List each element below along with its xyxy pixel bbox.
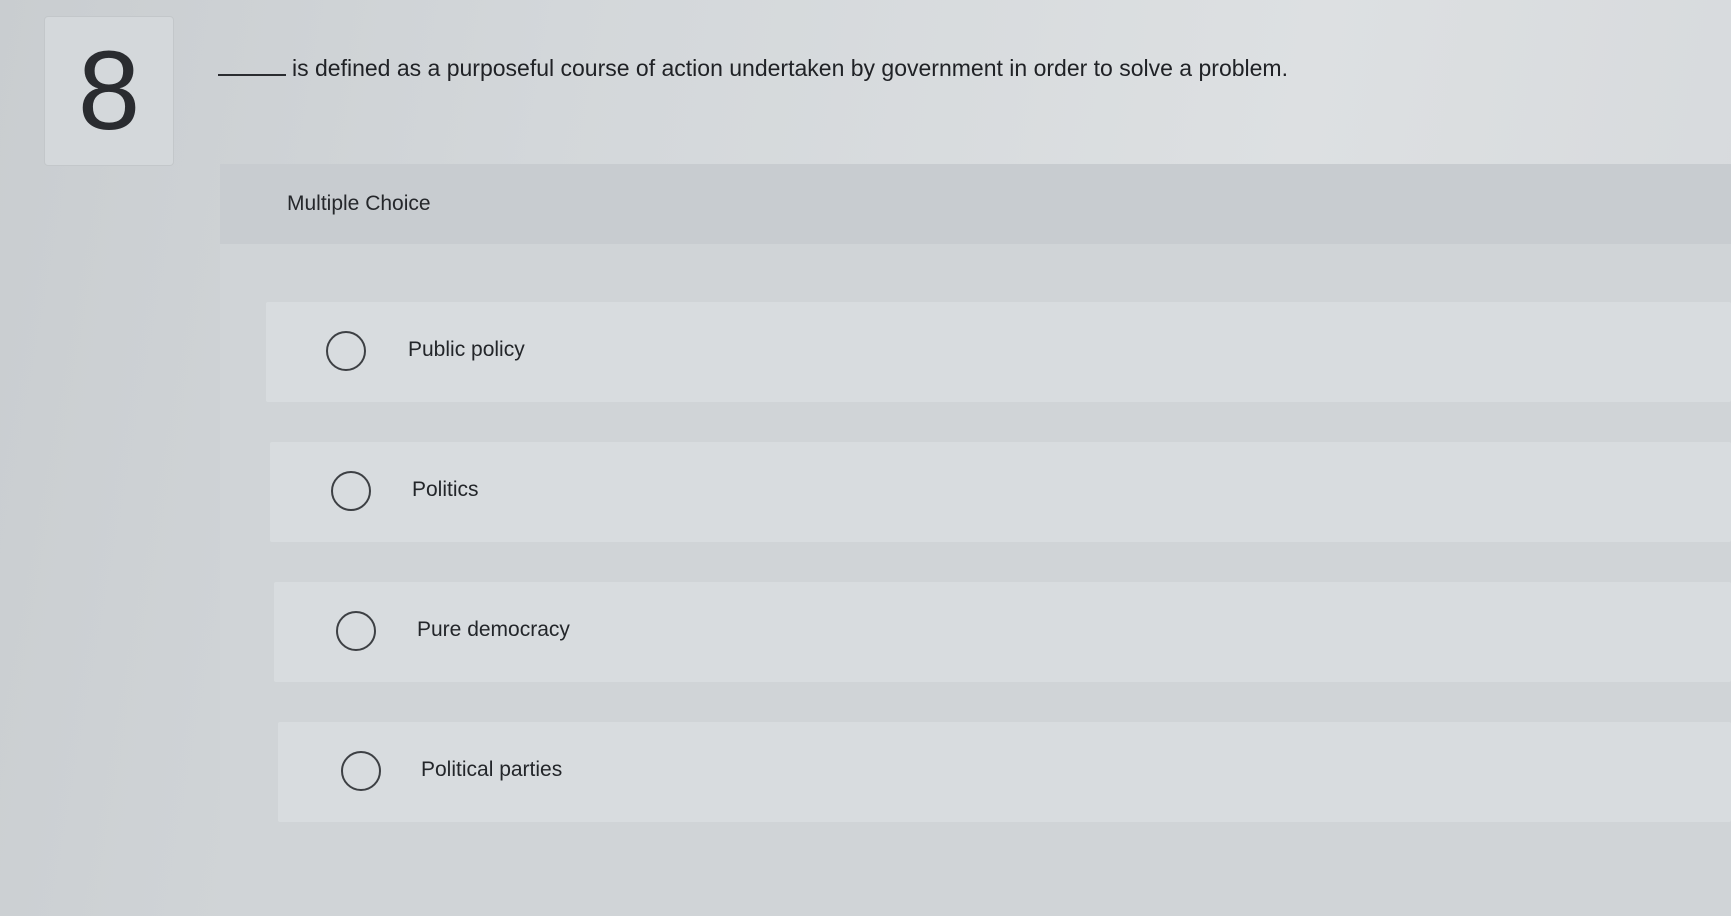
- choice-label: Politics: [412, 478, 479, 501]
- radio-button[interactable]: [326, 331, 366, 371]
- radio-button[interactable]: [336, 611, 376, 651]
- choice-label: Political parties: [421, 758, 563, 781]
- answer-panel: Multiple Choice Public policy Politics P…: [220, 164, 1731, 916]
- question-text: is defined as a purposeful course of act…: [292, 55, 1288, 81]
- choice-label: Public policy: [408, 338, 525, 361]
- choice-option-public-policy[interactable]: Public policy: [266, 302, 1731, 402]
- question-type-label: Multiple Choice: [287, 192, 431, 215]
- question-prompt: is defined as a purposeful course of act…: [218, 50, 1288, 82]
- choice-option-politics[interactable]: Politics: [270, 442, 1731, 542]
- choice-option-political-parties[interactable]: Political parties: [278, 722, 1731, 822]
- question-number: 8: [77, 28, 141, 153]
- choice-option-pure-democracy[interactable]: Pure democracy: [274, 582, 1731, 682]
- choice-label: Pure democracy: [417, 618, 570, 641]
- answer-panel-header: Multiple Choice: [220, 164, 1731, 244]
- fill-in-blank-line: [218, 74, 286, 76]
- choice-list: Public policy Politics Pure democracy Po…: [220, 244, 1731, 916]
- radio-button[interactable]: [341, 751, 381, 791]
- question-number-box: 8: [44, 16, 174, 166]
- radio-button[interactable]: [331, 471, 371, 511]
